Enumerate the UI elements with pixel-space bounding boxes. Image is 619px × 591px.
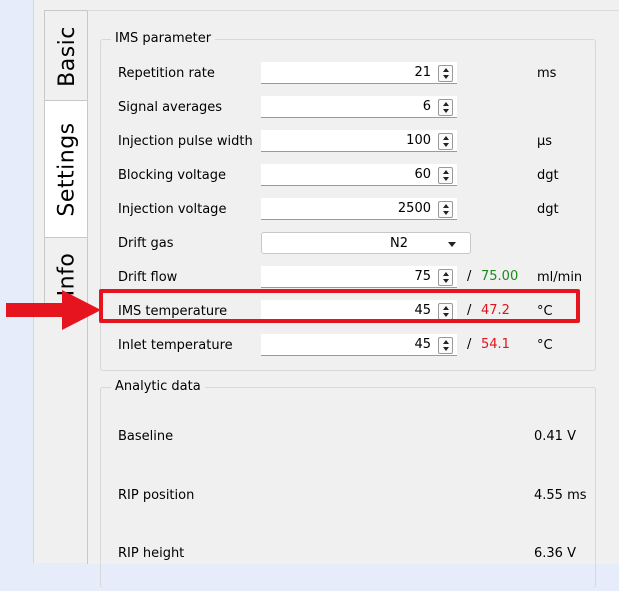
drift-flow-unit: ml/min [537,270,583,285]
arrow-right-icon [6,290,101,330]
repetition-rate-label: Repetition rate [118,66,215,81]
signal-averages-spinbox[interactable]: 6 [261,96,457,118]
injection-voltage-value: 2500 [397,201,431,216]
highlight-box [99,289,580,323]
blocking-voltage-unit: dgt [537,168,559,183]
repetition-rate-spinbox[interactable]: 21 [261,62,457,84]
tab-settings-label: Settings [54,122,80,217]
inlet-temperature-separator: / [467,337,472,352]
row-drift-gas: Drift gas N2 [101,232,595,256]
drift-flow-separator: / [467,269,472,284]
drift-gas-label: Drift gas [118,236,174,251]
spin-arrows-icon[interactable] [438,133,453,150]
blocking-voltage-label: Blocking voltage [118,168,226,183]
injection-pulse-width-spinbox[interactable]: 100 [261,130,457,152]
drift-gas-dropdown[interactable]: N2 [261,232,471,254]
baseline-label: Baseline [118,429,174,444]
row-injection-voltage: Injection voltage 2500 dgt [101,198,595,222]
spin-arrows-icon[interactable] [438,201,453,218]
spin-arrows-icon[interactable] [438,65,453,82]
inlet-temperature-unit: °C [537,338,553,353]
chevron-down-icon [448,242,456,247]
blocking-voltage-value: 60 [414,167,431,182]
spin-arrows-icon[interactable] [438,269,453,286]
rip-height-label: RIP height [118,546,185,561]
analytic-data-group: Analytic data Baseline 0.41 V RIP positi… [100,379,596,588]
injection-pulse-width-value: 100 [406,133,431,148]
repetition-rate-unit: ms [537,66,557,81]
row-repetition-rate: Repetition rate 21 ms [101,62,595,86]
spin-arrows-icon[interactable] [438,337,453,354]
inlet-temperature-spinbox[interactable]: 45 [261,334,457,356]
row-inlet-temperature: Inlet temperature 45 / 54.1 °C [101,334,595,358]
rip-position-label: RIP position [118,488,195,503]
inlet-temperature-label: Inlet temperature [118,338,233,353]
baseline-value: 0.41 V [534,429,576,444]
drift-flow-spinbox[interactable]: 75 [261,266,457,288]
analytic-data-title: Analytic data [111,379,205,394]
tab-basic[interactable]: Basic [44,10,90,102]
drift-gas-value: N2 [390,236,408,251]
signal-averages-value: 6 [422,99,431,114]
drift-flow-value: 75 [414,269,431,284]
row-injection-pulse-width: Injection pulse width 100 µs [101,130,595,154]
signal-averages-label: Signal averages [118,100,223,115]
tab-basic-label: Basic [54,25,80,87]
blocking-voltage-spinbox[interactable]: 60 [261,164,457,186]
tab-settings[interactable]: Settings [44,100,89,239]
drift-flow-actual: 75.00 [481,269,519,284]
injection-voltage-spinbox[interactable]: 2500 [261,198,457,220]
injection-voltage-label: Injection voltage [118,202,227,217]
row-blocking-voltage: Blocking voltage 60 dgt [101,164,595,188]
drift-flow-label: Drift flow [118,270,178,285]
inlet-temperature-value: 45 [414,337,431,352]
repetition-rate-value: 21 [414,65,431,80]
inlet-temperature-actual: 54.1 [481,337,510,352]
spin-arrows-icon[interactable] [438,99,453,116]
spin-arrows-icon[interactable] [438,167,453,184]
rip-height-value: 6.36 V [534,546,576,561]
row-drift-flow: Drift flow 75 / 75.00 ml/min [101,266,595,290]
injection-voltage-unit: dgt [537,202,559,217]
rip-position-value: 4.55 ms [534,488,587,503]
ims-parameter-title: IMS parameter [111,31,216,46]
settings-page: IMS parameter Repetition rate 21 ms Sign… [87,10,619,588]
row-signal-averages: Signal averages 6 [101,96,595,120]
injection-pulse-width-label: Injection pulse width [118,134,253,149]
injection-pulse-width-unit: µs [537,134,553,149]
